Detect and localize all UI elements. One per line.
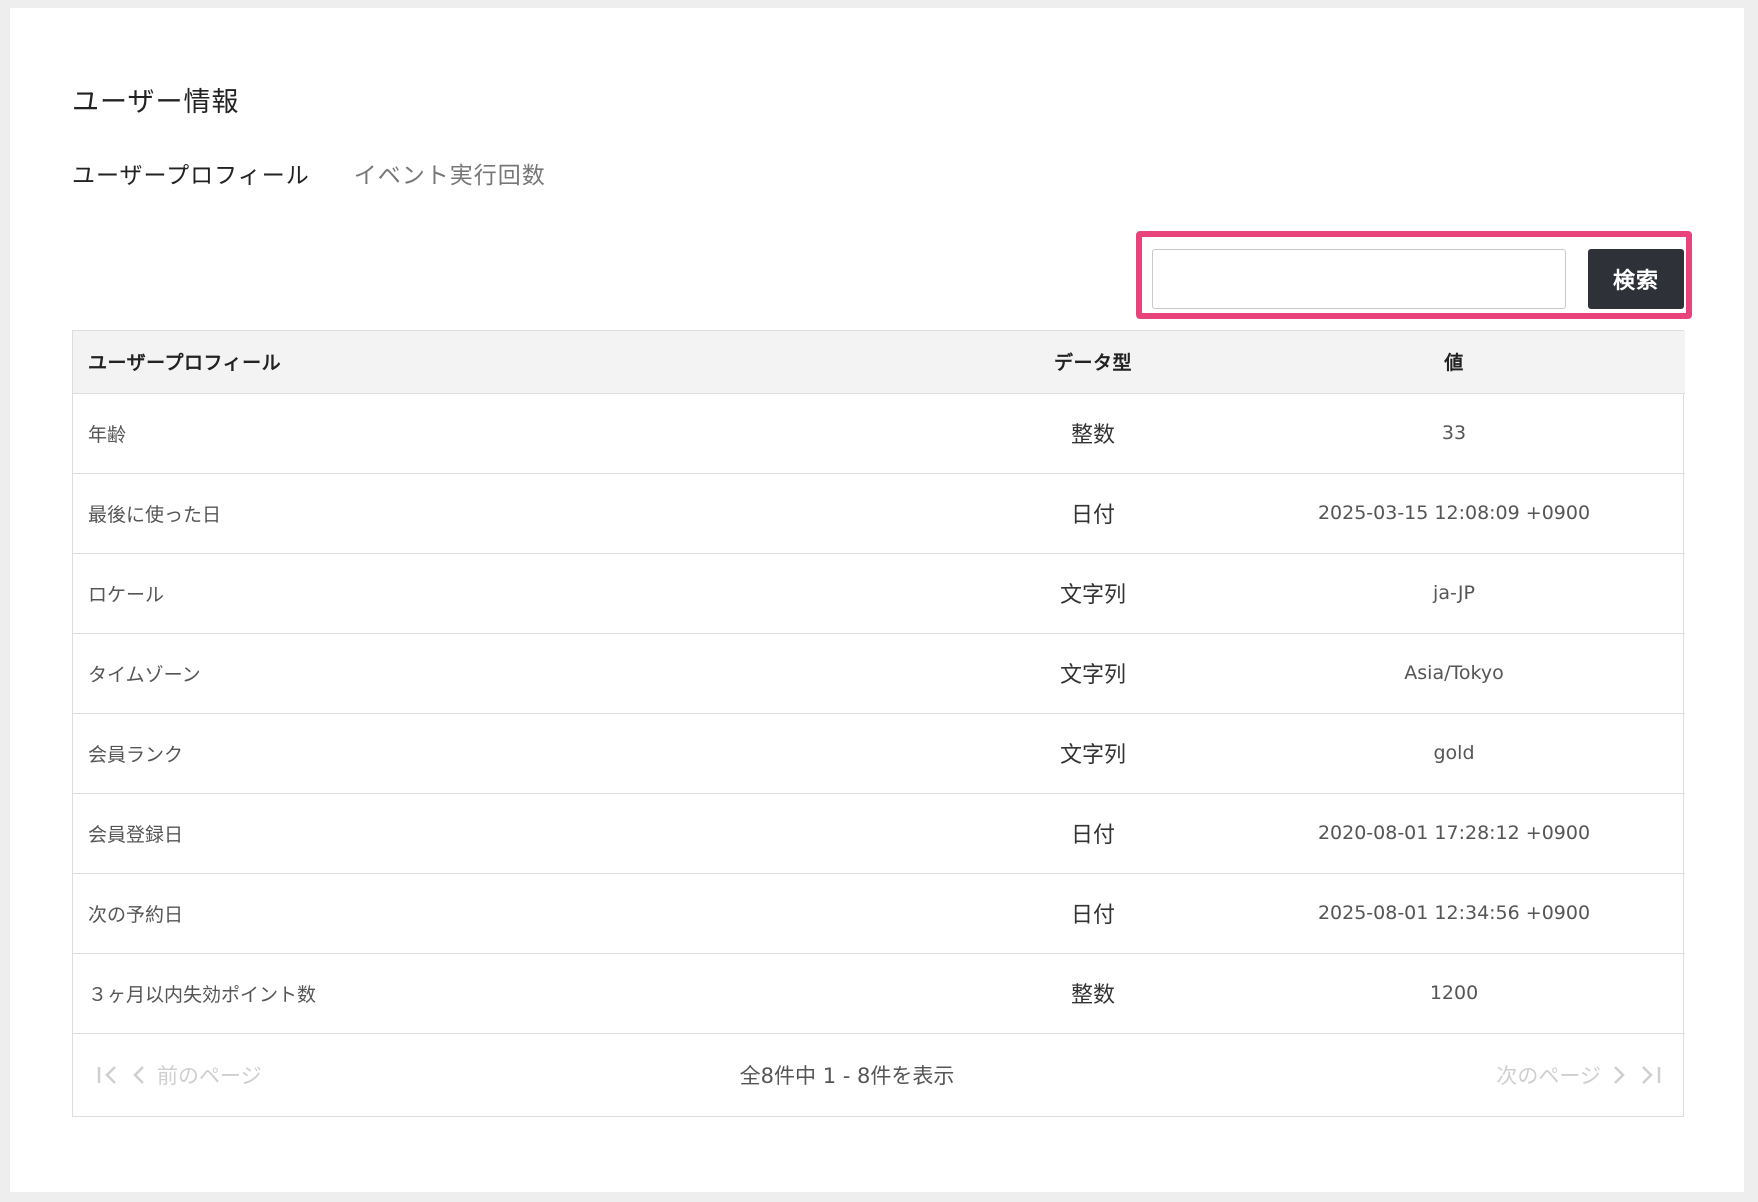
value-cell: 1200 (1429, 982, 1479, 1004)
pagination-bar: 前のページ 全8件中 1 - 8件を表示 次のページ (73, 1034, 1683, 1116)
data-type-cell: 文字列 (1059, 743, 1126, 768)
profile-name-cell: 年齢 (88, 423, 127, 446)
user-info-panel: ユーザー情報 ユーザープロフィール イベント実行回数 検索 ユーザープロフィール… (10, 8, 1744, 1192)
search-button[interactable]: 検索 (1588, 249, 1684, 309)
profile-name-cell: ロケール (88, 583, 165, 606)
value-cell: 33 (1441, 422, 1467, 444)
value-cell: gold (1433, 742, 1475, 764)
data-type-cell: 文字列 (1059, 583, 1126, 608)
table-row: ３ヶ月以内失効ポイント数 整数 1200 (73, 953, 1685, 1033)
data-type-cell: 整数 (1070, 423, 1115, 448)
column-header-data-type: データ型 (963, 331, 1223, 394)
table-row: タイムゾーン 文字列 Asia/Tokyo (73, 633, 1685, 713)
profile-name-cell: 最後に使った日 (88, 503, 222, 526)
data-type-cell: 日付 (1070, 823, 1115, 848)
tab-bar: ユーザープロフィール イベント実行回数 (72, 156, 546, 190)
profile-name-cell: 次の予約日 (88, 903, 184, 926)
page-title: ユーザー情報 (72, 87, 240, 118)
table-row: ロケール 文字列 ja-JP (73, 553, 1685, 633)
data-type-cell: 整数 (1070, 983, 1115, 1008)
tab-event-count[interactable]: イベント実行回数 (354, 156, 546, 190)
profile-name-cell: 会員登録日 (88, 823, 184, 846)
value-cell: 2025-08-01 12:34:56 +0900 (1317, 902, 1591, 924)
profile-name-cell: 会員ランク (88, 743, 184, 766)
profile-name-cell: タイムゾーン (88, 663, 201, 686)
table-row: 最後に使った日 日付 2025-03-15 12:08:09 +0900 (73, 473, 1685, 553)
table-row: 年齢 整数 33 (73, 393, 1685, 473)
column-header-value: 値 (1223, 331, 1685, 394)
data-type-cell: 日付 (1070, 503, 1115, 528)
table-row: 会員ランク 文字列 gold (73, 713, 1685, 793)
last-page-icon[interactable] (1637, 1064, 1663, 1086)
profile-table: ユーザープロフィール データ型 値 年齢 整数 33 最後に使った日 日付 20… (72, 330, 1685, 1117)
value-cell: 2025-03-15 12:08:09 +0900 (1317, 502, 1591, 524)
table-row: 次の予約日 日付 2025-08-01 12:34:56 +0900 (73, 873, 1685, 953)
table-row: 会員登録日 日付 2020-08-01 17:28:12 +0900 (73, 793, 1685, 873)
pagination-next-group: 次のページ (1496, 1060, 1663, 1090)
value-cell: ja-JP (1433, 582, 1475, 604)
next-page-link[interactable]: 次のページ (1496, 1060, 1601, 1090)
data-type-cell: 文字列 (1059, 663, 1126, 688)
search-input[interactable] (1152, 249, 1566, 309)
tab-user-profile[interactable]: ユーザープロフィール (72, 156, 310, 190)
profile-name-cell: ３ヶ月以内失効ポイント数 (88, 983, 317, 1006)
value-cell: 2020-08-01 17:28:12 +0900 (1317, 822, 1591, 844)
value-cell: Asia/Tokyo (1404, 662, 1504, 684)
data-type-cell: 日付 (1070, 903, 1115, 928)
chevron-right-icon[interactable] (1611, 1064, 1627, 1086)
pagination-summary: 全8件中 1 - 8件を表示 (739, 1063, 955, 1088)
column-header-profile: ユーザープロフィール (73, 331, 963, 394)
table-header-row: ユーザープロフィール データ型 値 (73, 331, 1685, 394)
